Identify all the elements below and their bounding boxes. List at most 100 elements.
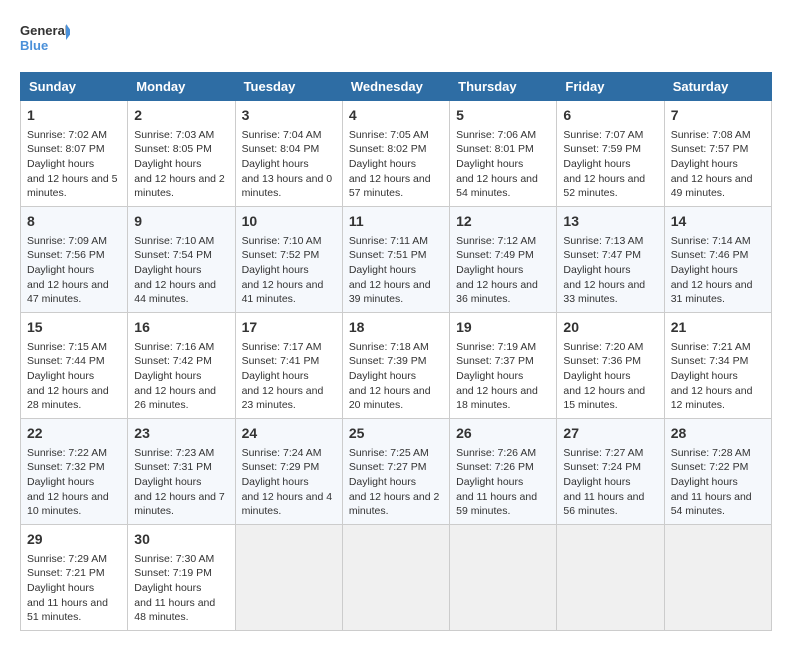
day-number: 13: [563, 212, 657, 232]
week-row-2: 8Sunrise: 7:09 AMSunset: 7:56 PMDaylight…: [21, 207, 772, 313]
calendar-cell: 7Sunrise: 7:08 AMSunset: 7:57 PMDaylight…: [664, 101, 771, 207]
calendar-cell: 16Sunrise: 7:16 AMSunset: 7:42 PMDayligh…: [128, 313, 235, 419]
calendar-cell: 18Sunrise: 7:18 AMSunset: 7:39 PMDayligh…: [342, 313, 449, 419]
calendar-cell: 21Sunrise: 7:21 AMSunset: 7:34 PMDayligh…: [664, 313, 771, 419]
day-info: Sunrise: 7:18 AMSunset: 7:39 PMDaylight …: [349, 340, 443, 413]
calendar-cell: 8Sunrise: 7:09 AMSunset: 7:56 PMDaylight…: [21, 207, 128, 313]
day-number: 29: [27, 530, 121, 550]
day-info: Sunrise: 7:21 AMSunset: 7:34 PMDaylight …: [671, 340, 765, 413]
day-number: 4: [349, 106, 443, 126]
calendar-cell: 22Sunrise: 7:22 AMSunset: 7:32 PMDayligh…: [21, 419, 128, 525]
day-number: 18: [349, 318, 443, 338]
weekday-header-tuesday: Tuesday: [235, 73, 342, 101]
day-info: Sunrise: 7:23 AMSunset: 7:31 PMDaylight …: [134, 446, 228, 519]
week-row-4: 22Sunrise: 7:22 AMSunset: 7:32 PMDayligh…: [21, 419, 772, 525]
calendar-cell: 25Sunrise: 7:25 AMSunset: 7:27 PMDayligh…: [342, 419, 449, 525]
weekday-header-thursday: Thursday: [450, 73, 557, 101]
calendar-cell: [450, 525, 557, 631]
weekday-header-row: SundayMondayTuesdayWednesdayThursdayFrid…: [21, 73, 772, 101]
day-number: 7: [671, 106, 765, 126]
day-info: Sunrise: 7:13 AMSunset: 7:47 PMDaylight …: [563, 234, 657, 307]
day-info: Sunrise: 7:08 AMSunset: 7:57 PMDaylight …: [671, 128, 765, 201]
day-info: Sunrise: 7:30 AMSunset: 7:19 PMDaylight …: [134, 552, 228, 625]
calendar-cell: 14Sunrise: 7:14 AMSunset: 7:46 PMDayligh…: [664, 207, 771, 313]
day-info: Sunrise: 7:20 AMSunset: 7:36 PMDaylight …: [563, 340, 657, 413]
calendar-cell: 6Sunrise: 7:07 AMSunset: 7:59 PMDaylight…: [557, 101, 664, 207]
day-info: Sunrise: 7:26 AMSunset: 7:26 PMDaylight …: [456, 446, 550, 519]
calendar-cell: 2Sunrise: 7:03 AMSunset: 8:05 PMDaylight…: [128, 101, 235, 207]
day-number: 20: [563, 318, 657, 338]
calendar-cell: 1Sunrise: 7:02 AMSunset: 8:07 PMDaylight…: [21, 101, 128, 207]
calendar-cell: 26Sunrise: 7:26 AMSunset: 7:26 PMDayligh…: [450, 419, 557, 525]
day-number: 23: [134, 424, 228, 444]
day-info: Sunrise: 7:28 AMSunset: 7:22 PMDaylight …: [671, 446, 765, 519]
calendar-cell: 4Sunrise: 7:05 AMSunset: 8:02 PMDaylight…: [342, 101, 449, 207]
day-number: 9: [134, 212, 228, 232]
calendar-table: SundayMondayTuesdayWednesdayThursdayFrid…: [20, 72, 772, 631]
calendar-cell: [664, 525, 771, 631]
day-number: 6: [563, 106, 657, 126]
day-info: Sunrise: 7:10 AMSunset: 7:54 PMDaylight …: [134, 234, 228, 307]
day-number: 15: [27, 318, 121, 338]
calendar-cell: 12Sunrise: 7:12 AMSunset: 7:49 PMDayligh…: [450, 207, 557, 313]
calendar-cell: 10Sunrise: 7:10 AMSunset: 7:52 PMDayligh…: [235, 207, 342, 313]
calendar-cell: 9Sunrise: 7:10 AMSunset: 7:54 PMDaylight…: [128, 207, 235, 313]
day-number: 2: [134, 106, 228, 126]
page-header: General Blue: [20, 20, 772, 56]
svg-text:General: General: [20, 23, 68, 38]
calendar-cell: 29Sunrise: 7:29 AMSunset: 7:21 PMDayligh…: [21, 525, 128, 631]
weekday-header-wednesday: Wednesday: [342, 73, 449, 101]
logo: General Blue: [20, 20, 70, 56]
day-number: 5: [456, 106, 550, 126]
calendar-cell: 19Sunrise: 7:19 AMSunset: 7:37 PMDayligh…: [450, 313, 557, 419]
calendar-cell: 13Sunrise: 7:13 AMSunset: 7:47 PMDayligh…: [557, 207, 664, 313]
day-info: Sunrise: 7:15 AMSunset: 7:44 PMDaylight …: [27, 340, 121, 413]
day-number: 30: [134, 530, 228, 550]
calendar-cell: 11Sunrise: 7:11 AMSunset: 7:51 PMDayligh…: [342, 207, 449, 313]
day-info: Sunrise: 7:27 AMSunset: 7:24 PMDaylight …: [563, 446, 657, 519]
day-number: 8: [27, 212, 121, 232]
day-info: Sunrise: 7:25 AMSunset: 7:27 PMDaylight …: [349, 446, 443, 519]
week-row-5: 29Sunrise: 7:29 AMSunset: 7:21 PMDayligh…: [21, 525, 772, 631]
day-number: 19: [456, 318, 550, 338]
day-number: 26: [456, 424, 550, 444]
calendar-cell: 20Sunrise: 7:20 AMSunset: 7:36 PMDayligh…: [557, 313, 664, 419]
day-info: Sunrise: 7:06 AMSunset: 8:01 PMDaylight …: [456, 128, 550, 201]
svg-text:Blue: Blue: [20, 38, 48, 53]
calendar-cell: 3Sunrise: 7:04 AMSunset: 8:04 PMDaylight…: [235, 101, 342, 207]
day-info: Sunrise: 7:22 AMSunset: 7:32 PMDaylight …: [27, 446, 121, 519]
calendar-cell: 27Sunrise: 7:27 AMSunset: 7:24 PMDayligh…: [557, 419, 664, 525]
logo-svg: General Blue: [20, 20, 70, 56]
day-info: Sunrise: 7:09 AMSunset: 7:56 PMDaylight …: [27, 234, 121, 307]
week-row-1: 1Sunrise: 7:02 AMSunset: 8:07 PMDaylight…: [21, 101, 772, 207]
day-info: Sunrise: 7:12 AMSunset: 7:49 PMDaylight …: [456, 234, 550, 307]
day-number: 14: [671, 212, 765, 232]
calendar-cell: 23Sunrise: 7:23 AMSunset: 7:31 PMDayligh…: [128, 419, 235, 525]
calendar-cell: 15Sunrise: 7:15 AMSunset: 7:44 PMDayligh…: [21, 313, 128, 419]
day-info: Sunrise: 7:29 AMSunset: 7:21 PMDaylight …: [27, 552, 121, 625]
weekday-header-saturday: Saturday: [664, 73, 771, 101]
calendar-cell: 28Sunrise: 7:28 AMSunset: 7:22 PMDayligh…: [664, 419, 771, 525]
day-number: 17: [242, 318, 336, 338]
day-info: Sunrise: 7:07 AMSunset: 7:59 PMDaylight …: [563, 128, 657, 201]
calendar-cell: 5Sunrise: 7:06 AMSunset: 8:01 PMDaylight…: [450, 101, 557, 207]
day-info: Sunrise: 7:17 AMSunset: 7:41 PMDaylight …: [242, 340, 336, 413]
day-info: Sunrise: 7:19 AMSunset: 7:37 PMDaylight …: [456, 340, 550, 413]
calendar-cell: 30Sunrise: 7:30 AMSunset: 7:19 PMDayligh…: [128, 525, 235, 631]
day-info: Sunrise: 7:05 AMSunset: 8:02 PMDaylight …: [349, 128, 443, 201]
day-info: Sunrise: 7:11 AMSunset: 7:51 PMDaylight …: [349, 234, 443, 307]
day-number: 16: [134, 318, 228, 338]
day-info: Sunrise: 7:10 AMSunset: 7:52 PMDaylight …: [242, 234, 336, 307]
day-info: Sunrise: 7:14 AMSunset: 7:46 PMDaylight …: [671, 234, 765, 307]
calendar-cell: 24Sunrise: 7:24 AMSunset: 7:29 PMDayligh…: [235, 419, 342, 525]
day-number: 22: [27, 424, 121, 444]
day-number: 21: [671, 318, 765, 338]
day-number: 10: [242, 212, 336, 232]
day-number: 11: [349, 212, 443, 232]
day-number: 1: [27, 106, 121, 126]
weekday-header-friday: Friday: [557, 73, 664, 101]
calendar-cell: [342, 525, 449, 631]
day-info: Sunrise: 7:16 AMSunset: 7:42 PMDaylight …: [134, 340, 228, 413]
calendar-cell: [235, 525, 342, 631]
day-info: Sunrise: 7:03 AMSunset: 8:05 PMDaylight …: [134, 128, 228, 201]
